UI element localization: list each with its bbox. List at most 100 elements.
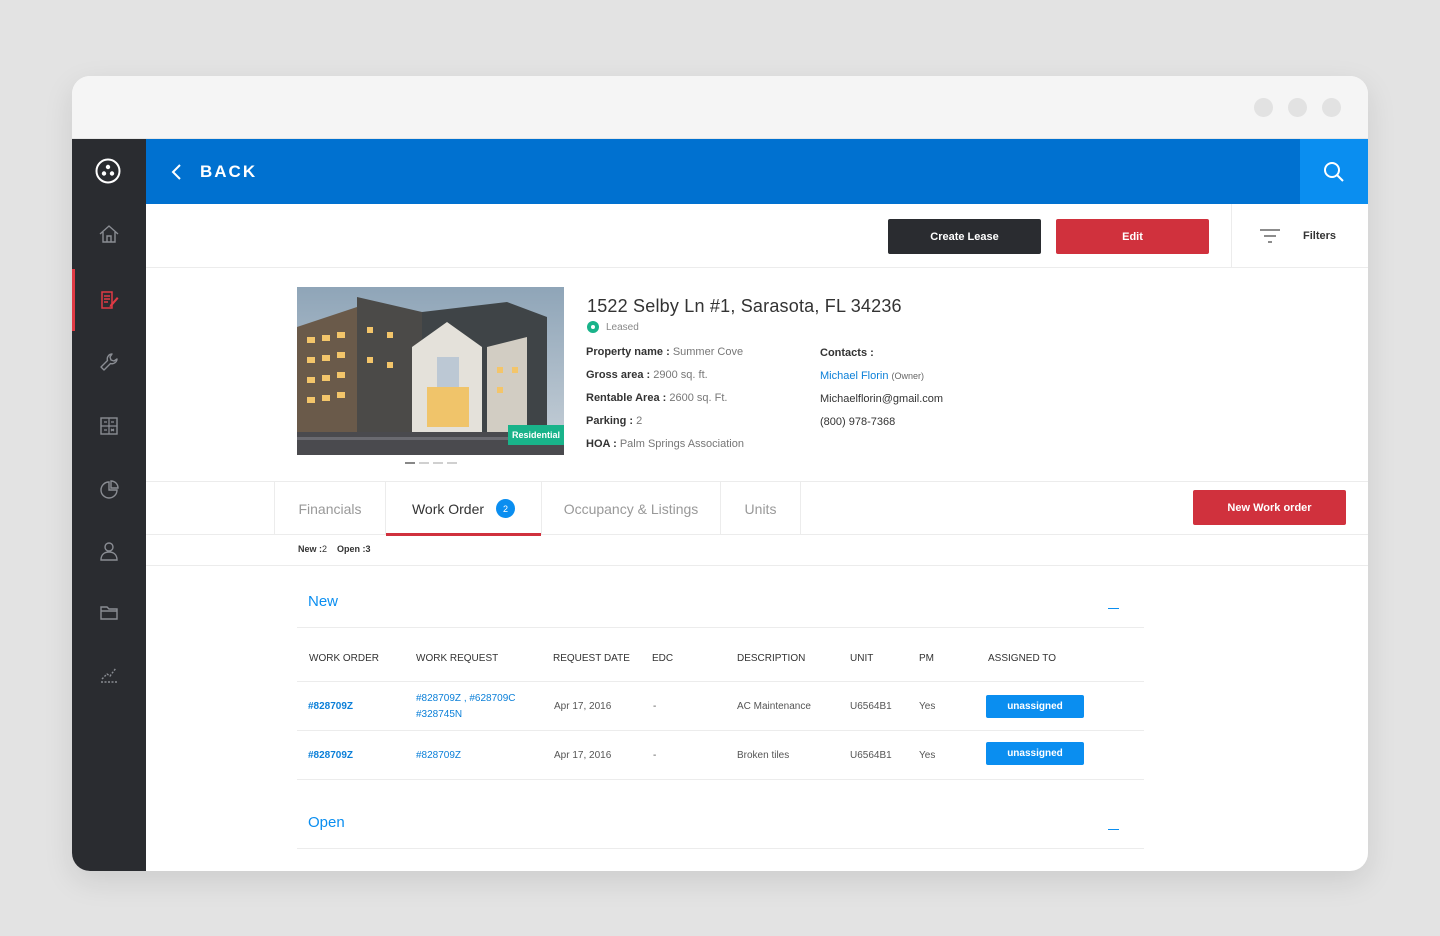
contact-role: (Owner)	[891, 371, 925, 381]
count-value: 3	[365, 544, 371, 554]
calculator-icon	[100, 417, 118, 435]
tab-label: Work Order	[411, 500, 485, 517]
back-button[interactable]: BACK	[170, 139, 257, 204]
count-label: Open :	[337, 544, 366, 554]
contact-phone[interactable]: (800) 978-7368	[820, 416, 895, 428]
work-request-link[interactable]: #328745N	[416, 709, 462, 720]
detail-value: 2600 sq. Ft.	[669, 392, 728, 404]
edc-value: -	[653, 750, 657, 761]
pager-dot[interactable]	[447, 462, 457, 464]
edc-value: -	[653, 701, 657, 712]
window-titlebar	[72, 76, 1368, 139]
column-header[interactable]: WORK REQUEST	[416, 653, 498, 664]
photo-pager[interactable]	[405, 462, 457, 464]
filters-button[interactable]: Filters	[1231, 204, 1368, 267]
window-control-dot[interactable]	[1322, 98, 1341, 117]
sidebar-item-properties[interactable]	[72, 269, 146, 331]
detail-value: 2900 sq. ft.	[653, 369, 708, 381]
collapse-icon[interactable]	[1108, 829, 1119, 830]
detail-label: Rentable Area :	[586, 392, 667, 404]
pager-dot[interactable]	[419, 462, 429, 464]
edit-button[interactable]: Edit	[1056, 219, 1209, 254]
detail-label: Parking :	[586, 415, 634, 427]
tab-work-order[interactable]: Work Order 2	[386, 482, 542, 536]
sidebar-item-home[interactable]	[72, 203, 146, 265]
request-date: Apr 17, 2016	[554, 750, 612, 761]
contact-email[interactable]: Michaelflorin@gmail.com	[820, 393, 943, 405]
work-order-link[interactable]: #828709Z	[308, 701, 353, 712]
tab-financials[interactable]: Financials	[274, 482, 386, 535]
request-date: Apr 17, 2016	[554, 701, 612, 712]
sidebar-item-documents[interactable]	[72, 581, 146, 643]
sidebar-item-analytics[interactable]	[72, 643, 146, 705]
pager-dot[interactable]	[405, 462, 415, 464]
contact-name-row: Michael Florin (Owner)	[820, 370, 924, 382]
search-button[interactable]	[1300, 139, 1368, 204]
gross-area-row: Gross area : 2900 sq. ft.	[586, 369, 708, 381]
assign-button[interactable]: unassigned	[986, 695, 1084, 718]
tab-units[interactable]: Units	[721, 482, 801, 535]
property-photo[interactable]: Residential	[297, 287, 564, 455]
create-lease-button[interactable]: Create Lease	[888, 219, 1041, 254]
contact-name-link[interactable]: Michael Florin	[820, 370, 888, 382]
contacts-heading: Contacts :	[820, 347, 874, 359]
column-header[interactable]: ASSIGNED TO	[988, 653, 1056, 664]
folder-icon	[100, 606, 118, 620]
column-header[interactable]: REQUEST DATE	[553, 653, 630, 664]
column-header[interactable]: PM	[919, 653, 934, 664]
user-icon	[100, 542, 118, 561]
filter-icon	[1260, 228, 1280, 243]
collapse-icon[interactable]	[1108, 608, 1119, 609]
work-request-link[interactable]: #828709Z , #628709C	[416, 693, 516, 704]
parking-row: Parking : 2	[586, 415, 642, 427]
row-divider	[297, 779, 1144, 780]
property-status: Leased	[587, 321, 639, 333]
row-divider	[297, 681, 1144, 682]
row-divider	[297, 730, 1144, 731]
pm-value: Yes	[919, 701, 936, 712]
section-new-header[interactable]: New	[297, 566, 1144, 628]
work-order-count-badge: 2	[496, 499, 516, 518]
work-request-link[interactable]: #828709Z	[416, 750, 461, 761]
pager-dot[interactable]	[433, 462, 443, 464]
top-bar: BACK	[146, 139, 1368, 204]
sidebar-item-accounting[interactable]	[72, 395, 146, 457]
back-label: BACK	[200, 161, 258, 181]
tab-occupancy-listings[interactable]: Occupancy & Listings	[542, 482, 721, 535]
column-header[interactable]: DESCRIPTION	[737, 653, 805, 664]
section-open-header[interactable]: Open	[297, 787, 1144, 849]
unit: U6564B1	[850, 701, 892, 712]
window-control-dot[interactable]	[1254, 98, 1273, 117]
sidebar-item-reports[interactable]	[72, 459, 146, 521]
app-window: BACK Create Lease Edit Filters Residenti…	[72, 76, 1368, 871]
app-logo-icon[interactable]	[95, 158, 121, 184]
count-label: New :	[298, 544, 323, 554]
contacts-label: Contacts :	[820, 347, 874, 359]
work-order-link[interactable]: #828709Z	[308, 750, 353, 761]
home-icon	[99, 225, 119, 243]
window-control-dot[interactable]	[1288, 98, 1307, 117]
sidebar-item-maintenance[interactable]	[72, 331, 146, 393]
assign-button[interactable]: unassigned	[986, 742, 1084, 765]
column-header[interactable]: UNIT	[850, 653, 873, 664]
detail-label: HOA :	[586, 438, 617, 450]
property-type-badge: Residential	[507, 425, 564, 445]
search-icon	[1324, 161, 1344, 182]
wrench-icon	[100, 353, 118, 371]
sidebar-item-contacts[interactable]	[72, 520, 146, 582]
sidebar	[72, 139, 146, 871]
description: AC Maintenance	[737, 701, 811, 712]
property-name-row: Property name : Summer Cove	[586, 346, 743, 358]
chevron-left-icon	[171, 163, 181, 180]
property-address: 1522 Selby Ln #1, Sarasota, FL 34236	[587, 296, 902, 316]
detail-value: Summer Cove	[672, 346, 744, 358]
section-open-title: Open	[308, 814, 345, 831]
column-header[interactable]: EDC	[652, 653, 673, 664]
new-work-order-button[interactable]: New Work order	[1193, 490, 1346, 525]
edit-document-icon	[101, 291, 119, 309]
section-new-title: New	[308, 593, 339, 610]
work-order-counts: New :2 Open :3	[298, 544, 371, 554]
filters-label: Filters	[1303, 229, 1337, 242]
column-header[interactable]: WORK ORDER	[309, 653, 379, 664]
pie-chart-icon	[100, 480, 119, 499]
